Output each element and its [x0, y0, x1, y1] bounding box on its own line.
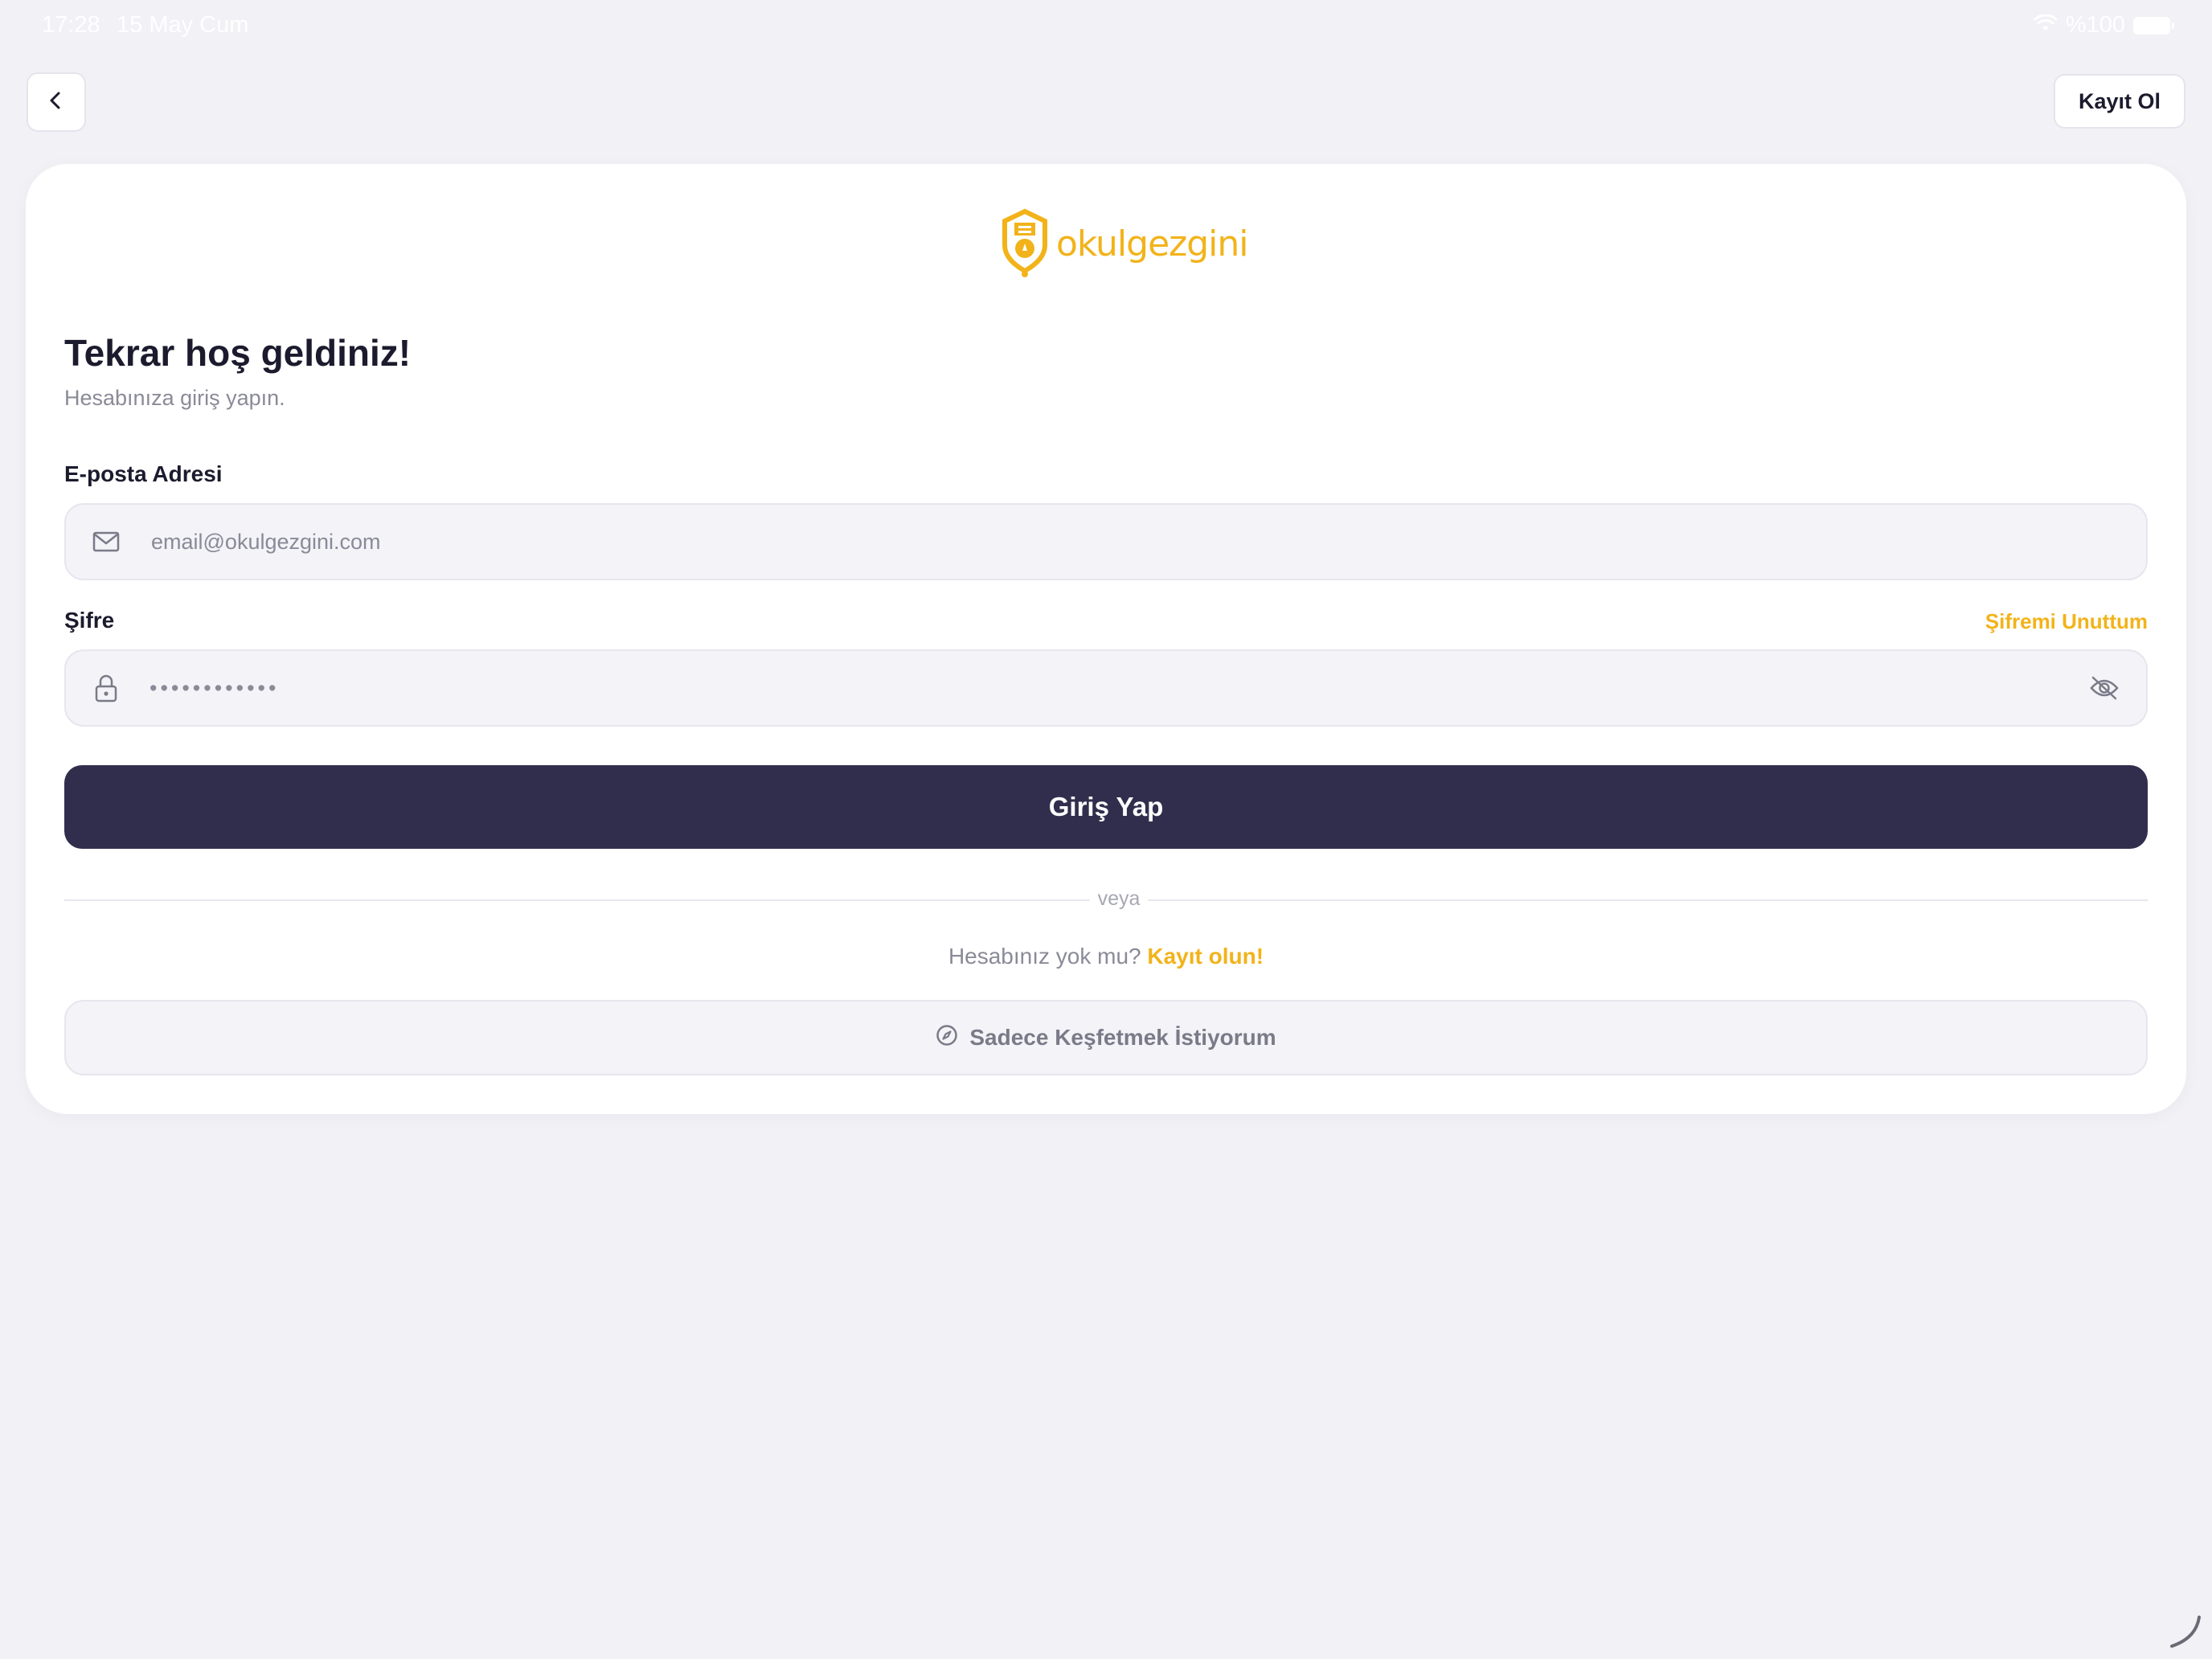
- battery-percent: %100: [2065, 12, 2125, 38]
- lock-icon: [90, 672, 122, 704]
- resize-handle-icon: [2167, 1614, 2202, 1649]
- forgot-password-link[interactable]: Şifremi Unuttum: [1985, 609, 2148, 634]
- page-subtitle: Hesabınıza giriş yapın.: [64, 386, 285, 410]
- status-indicators: %100: [2034, 12, 2174, 39]
- password-field[interactable]: ••••••••••••: [64, 649, 2148, 727]
- password-label: Şifre: [64, 608, 115, 633]
- status-date: 15 May Cum: [117, 12, 249, 38]
- signup-prompt: Hesabınız yok mu? Kayıt olun!: [26, 944, 2186, 969]
- email-field-container: [64, 503, 2148, 580]
- mail-icon: [90, 526, 122, 558]
- divider-text: veya: [1097, 887, 1141, 910]
- explore-button[interactable]: Sadece Keşfetmek İstiyorum: [64, 1000, 2148, 1075]
- password-value: ••••••••••••: [150, 675, 280, 700]
- login-card: okulgezgini Tekrar hoş geldiniz! Hesabın…: [26, 164, 2186, 1114]
- signup-prompt-text: Hesabınız yok mu?: [948, 944, 1141, 969]
- back-button[interactable]: [27, 72, 86, 132]
- status-bar: 17:28 15 May Cum %100: [0, 0, 2212, 51]
- email-field[interactable]: [150, 518, 1998, 566]
- compass-icon: [936, 1024, 958, 1052]
- status-time: 17:28: [42, 12, 100, 38]
- chevron-left-icon: [45, 89, 68, 116]
- logo-text: okulgezgini: [1056, 223, 1249, 264]
- register-button[interactable]: Kayıt Ol: [2054, 74, 2185, 129]
- email-label: E-posta Adresi: [64, 461, 223, 486]
- divider-left: [64, 899, 1090, 901]
- wifi-icon: [2034, 12, 2058, 39]
- battery-icon: [2133, 16, 2174, 35]
- explore-label: Sadece Keşfetmek İstiyorum: [969, 1025, 1276, 1050]
- page-title: Tekrar hoş geldiniz!: [64, 332, 412, 374]
- signup-link[interactable]: Kayıt olun!: [1147, 944, 1264, 969]
- logo-emblem-icon: [998, 207, 1051, 281]
- logo: okulgezgini: [998, 207, 1249, 281]
- eye-off-icon[interactable]: [2087, 670, 2122, 706]
- login-button[interactable]: Giriş Yap: [64, 765, 2148, 849]
- divider-right: [1148, 899, 2148, 901]
